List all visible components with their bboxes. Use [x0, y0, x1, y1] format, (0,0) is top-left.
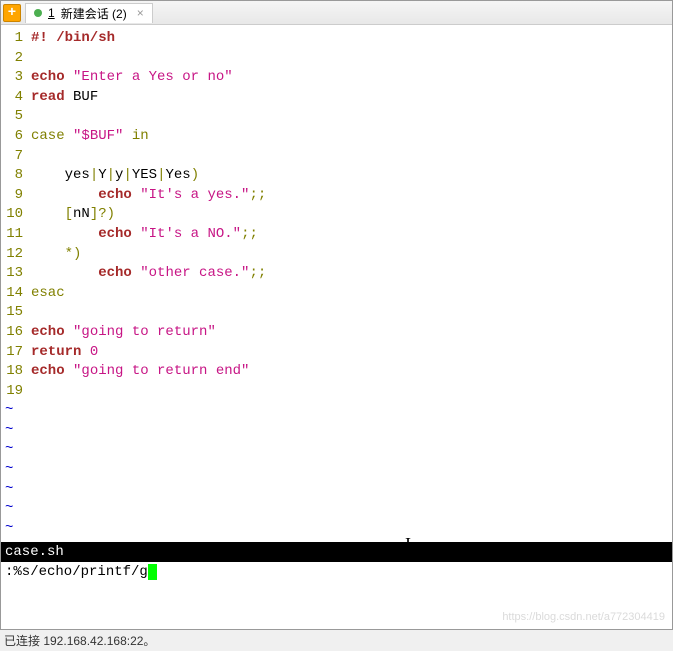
- code-line[interactable]: 3echo "Enter a Yes or no": [1, 68, 672, 88]
- empty-line-tilde: ~: [1, 480, 672, 500]
- code-line[interactable]: 7: [1, 147, 672, 167]
- code-line[interactable]: 4read BUF: [1, 88, 672, 108]
- line-number: 17: [1, 343, 31, 363]
- code-content: read BUF: [31, 88, 672, 108]
- code-line[interactable]: 9 echo "It's a yes.";;: [1, 186, 672, 206]
- code-content: *): [31, 245, 672, 265]
- code-line[interactable]: 6case "$BUF" in: [1, 127, 672, 147]
- connection-status-bar: 已连接 192.168.42.168:22。: [0, 630, 673, 651]
- empty-line-tilde: ~: [1, 499, 672, 519]
- tab-number: 1: [48, 6, 55, 20]
- connection-status-icon: [34, 9, 42, 17]
- tab-title: 新建会话 (2): [61, 5, 127, 22]
- line-number: 16: [1, 323, 31, 343]
- code-content: echo "Enter a Yes or no": [31, 68, 672, 88]
- line-number: 1: [1, 29, 31, 49]
- code-content: echo "It's a yes.";;: [31, 186, 672, 206]
- line-number: 8: [1, 166, 31, 186]
- code-content: echo "other case.";;: [31, 264, 672, 284]
- code-line[interactable]: 11 echo "It's a NO.";;: [1, 225, 672, 245]
- session-tab[interactable]: 1 新建会话 (2) ×: [25, 3, 153, 23]
- code-content: #! /bin/sh: [31, 29, 672, 49]
- empty-line-tilde: ~: [1, 460, 672, 480]
- code-line[interactable]: 16echo "going to return": [1, 323, 672, 343]
- text-cursor-icon: I: [405, 534, 411, 555]
- code-line[interactable]: 18echo "going to return end": [1, 362, 672, 382]
- vim-command-line[interactable]: :%s/echo/printf/g: [1, 562, 672, 582]
- line-number: 14: [1, 284, 31, 304]
- code-area[interactable]: 1#! /bin/sh23echo "Enter a Yes or no"4re…: [1, 25, 672, 542]
- code-content: return 0: [31, 343, 672, 363]
- line-number: 12: [1, 245, 31, 265]
- code-content: yes|Y|y|YES|Yes): [31, 166, 672, 186]
- line-number: 7: [1, 147, 31, 167]
- line-number: 19: [1, 382, 31, 402]
- code-content: [31, 49, 672, 69]
- line-number: 6: [1, 127, 31, 147]
- line-number: 2: [1, 49, 31, 69]
- watermark: https://blog.csdn.net/a772304419: [502, 611, 665, 623]
- code-content: echo "going to return": [31, 323, 672, 343]
- code-line[interactable]: 5: [1, 107, 672, 127]
- new-tab-button[interactable]: +: [3, 4, 21, 22]
- filename-bar: case.sh: [1, 542, 672, 562]
- code-content: esac: [31, 284, 672, 304]
- code-line[interactable]: 17return 0: [1, 343, 672, 363]
- editor-area[interactable]: 1#! /bin/sh23echo "Enter a Yes or no"4re…: [1, 25, 672, 580]
- code-line[interactable]: 1#! /bin/sh: [1, 29, 672, 49]
- editor-window: + 1 新建会话 (2) × 1#! /bin/sh23echo "Enter …: [0, 0, 673, 630]
- code-line[interactable]: 13 echo "other case.";;: [1, 264, 672, 284]
- code-content: [nN]?): [31, 205, 672, 225]
- code-content: [31, 107, 672, 127]
- code-line[interactable]: 2: [1, 49, 672, 69]
- code-line[interactable]: 14esac: [1, 284, 672, 304]
- code-line[interactable]: 19: [1, 382, 672, 402]
- code-content: case "$BUF" in: [31, 127, 672, 147]
- code-content: echo "going to return end": [31, 362, 672, 382]
- code-content: [31, 303, 672, 323]
- code-line[interactable]: 15: [1, 303, 672, 323]
- code-content: echo "It's a NO.";;: [31, 225, 672, 245]
- line-number: 15: [1, 303, 31, 323]
- cursor-icon: [148, 564, 157, 580]
- code-line[interactable]: 8 yes|Y|y|YES|Yes): [1, 166, 672, 186]
- line-number: 5: [1, 107, 31, 127]
- vim-command-text: :%s/echo/printf/g: [5, 564, 148, 580]
- line-number: 13: [1, 264, 31, 284]
- code-content: [31, 382, 672, 402]
- code-content: [31, 147, 672, 167]
- empty-line-tilde: ~: [1, 519, 672, 539]
- line-number: 10: [1, 205, 31, 225]
- empty-line-tilde: ~: [1, 440, 672, 460]
- code-line[interactable]: 10 [nN]?): [1, 205, 672, 225]
- line-number: 11: [1, 225, 31, 245]
- line-number: 4: [1, 88, 31, 108]
- line-number: 18: [1, 362, 31, 382]
- code-line[interactable]: 12 *): [1, 245, 672, 265]
- tab-bar: + 1 新建会话 (2) ×: [1, 1, 672, 25]
- line-number: 3: [1, 68, 31, 88]
- close-tab-icon[interactable]: ×: [137, 6, 144, 20]
- empty-line-tilde: ~: [1, 421, 672, 441]
- line-number: 9: [1, 186, 31, 206]
- empty-line-tilde: ~: [1, 401, 672, 421]
